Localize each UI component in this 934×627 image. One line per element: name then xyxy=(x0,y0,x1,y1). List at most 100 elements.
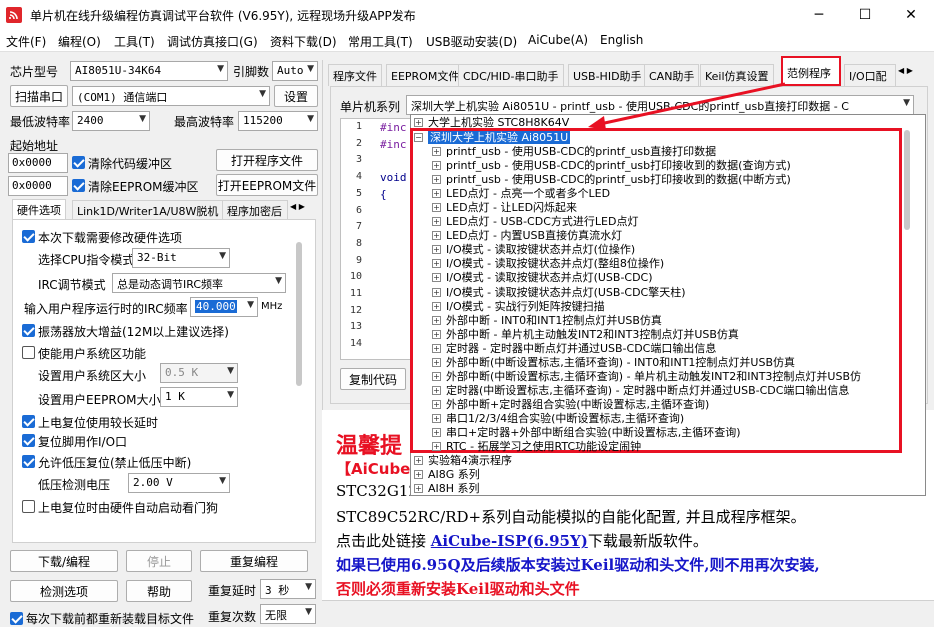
tab-offline-writer[interactable]: Link1D/Writer1A/U8W脱机 xyxy=(72,200,224,220)
menu-file[interactable]: 文件(F) xyxy=(6,33,46,50)
expand-icon[interactable]: + xyxy=(414,456,423,465)
expand-icon[interactable]: + xyxy=(432,147,441,156)
expand-icon[interactable]: + xyxy=(414,118,423,127)
min-baud-select[interactable]: 2400 ▼ xyxy=(72,111,150,131)
menu-aicube[interactable]: AiCube(A) xyxy=(528,33,588,47)
tree-item[interactable]: + 外部中断(中断设置标志,主循环查询) - 单片机主动触发INT2和INT3控制… xyxy=(432,370,861,384)
tabs-scroll-arrows[interactable]: ◀ ▶ xyxy=(898,66,928,82)
open-eeprom-button[interactable]: 打开EEPROM文件 xyxy=(216,174,318,196)
reset-pin-io-checkbox[interactable] xyxy=(22,434,35,447)
expand-icon[interactable]: + xyxy=(414,470,423,479)
tree-item[interactable]: + LED点灯 - USB-CDC方式进行LED点灯 xyxy=(432,215,638,229)
maximize-button[interactable]: ☐ xyxy=(842,0,888,30)
reprogram-button[interactable]: 重复编程 xyxy=(200,550,308,572)
tree-item[interactable]: + 串口1/2/3/4组合实验(中断设置标志,主循环查询) xyxy=(432,412,684,426)
menu-program[interactable]: 编程(O) xyxy=(58,33,101,50)
help-button[interactable]: 帮助 xyxy=(126,580,192,602)
expand-icon[interactable]: + xyxy=(432,231,441,241)
tree-item[interactable]: + printf_usb - 使用USB-CDC的printf_usb打印接收到的… xyxy=(432,173,791,187)
expand-icon[interactable]: + xyxy=(432,287,441,297)
tab-cdc-serial[interactable]: CDC/HID-串口助手 xyxy=(458,64,564,86)
eeprom-address-input[interactable]: 0x0000 xyxy=(8,176,68,196)
system-area-checkbox[interactable] xyxy=(22,346,35,359)
tab-scroll-arrows[interactable]: ◀ ▶ xyxy=(290,202,320,218)
expand-icon[interactable]: + xyxy=(432,245,441,255)
download-link[interactable]: AiCube-ISP(6.95Y) xyxy=(431,532,588,550)
expand-icon[interactable]: + xyxy=(432,442,441,452)
irc-frequency-select[interactable]: 40.000 ▼ xyxy=(190,297,258,317)
minimize-button[interactable]: ─ xyxy=(796,0,842,30)
tree-item[interactable]: + printf_usb - 使用USB-CDC的printf_usb打印接收到的… xyxy=(432,159,791,173)
watchdog-checkbox[interactable] xyxy=(22,500,35,513)
tree-item[interactable]: + 外部中断(中断设置标志,主循环查询) - INT0和INT1控制点灯并USB仿… xyxy=(432,356,795,370)
tab-encryption[interactable]: 程序加密后 xyxy=(222,200,288,220)
tree-item[interactable]: + printf_usb - 使用USB-CDC的printf_usb直接打印数据 xyxy=(432,145,716,159)
menu-english[interactable]: English xyxy=(600,33,643,47)
close-button[interactable]: ✕ xyxy=(888,0,934,30)
expand-icon[interactable]: + xyxy=(432,357,441,367)
tree-node-box4[interactable]: + 实验箱4演示程序 xyxy=(414,454,512,468)
reload-file-checkbox[interactable] xyxy=(10,612,23,625)
menu-usb-driver[interactable]: USB驱动安装(D) xyxy=(426,33,517,50)
pin-select[interactable]: Auto ▼ xyxy=(272,61,318,81)
tree-item[interactable]: + 外部中断+定时器组合实验(中断设置标志,主循环查询) xyxy=(432,398,709,412)
expand-icon[interactable]: + xyxy=(432,371,441,381)
expand-icon[interactable]: + xyxy=(432,315,441,325)
tree-item[interactable]: + I/O模式 - 读取按键状态并点灯(整组8位操作) xyxy=(432,257,664,271)
open-program-button[interactable]: 打开程序文件 xyxy=(216,149,318,171)
tree-item[interactable]: + LED点灯 - 点亮一个或者多个LED xyxy=(432,187,610,201)
expand-icon[interactable]: + xyxy=(432,273,441,283)
port-select[interactable]: (COM1) 通信端口 ▼ xyxy=(72,86,270,106)
low-voltage-reset-checkbox[interactable] xyxy=(22,455,35,468)
menu-download[interactable]: 资料下载(D) xyxy=(270,33,337,50)
tree-item[interactable]: + I/O模式 - 读取按键状态并点灯(位操作) xyxy=(432,243,635,257)
cpu-mode-select[interactable]: 32-Bit ▼ xyxy=(132,248,230,268)
tree-node-ai8g[interactable]: + AI8G 系列 xyxy=(414,468,480,482)
scan-port-button[interactable]: 扫描串口 xyxy=(10,85,68,107)
tree-item[interactable]: + 串口+定时器+外部中断组合实验(中断设置标志,主循环查询) xyxy=(432,426,741,440)
system-area-size-select[interactable]: 0.5 K ▼ xyxy=(160,363,238,383)
tree-item[interactable]: + 定时器 - 定时器中断点灯并通过USB-CDC端口输出信息 xyxy=(432,342,716,356)
copy-code-button[interactable]: 复制代码 xyxy=(340,368,406,390)
stop-button[interactable]: 停止 xyxy=(126,550,192,572)
horizontal-scrollbar[interactable] xyxy=(322,600,934,622)
expand-icon[interactable]: + xyxy=(432,203,441,213)
tab-hardware-options[interactable]: 硬件选项 xyxy=(12,199,66,219)
code-address-input[interactable]: 0x0000 xyxy=(8,153,68,173)
tree-node-ai8h[interactable]: + AI8H 系列 xyxy=(414,482,480,496)
expand-icon[interactable]: + xyxy=(432,161,441,171)
clear-eeprom-checkbox[interactable] xyxy=(72,179,85,192)
max-baud-select[interactable]: 115200 ▼ xyxy=(238,111,318,131)
tree-item[interactable]: + I/O模式 - 读取按键状态并点灯(USB-CDC) xyxy=(432,271,653,285)
power-delay-checkbox[interactable] xyxy=(22,415,35,428)
tree-item[interactable]: + I/O模式 - 实战行列矩阵按键扫描 xyxy=(432,300,605,314)
expand-icon[interactable]: + xyxy=(414,484,423,493)
modify-hardware-checkbox[interactable] xyxy=(22,230,35,243)
tree-item[interactable]: + 外部中断 - 单片机主动触发INT2和INT3控制点灯并USB仿真 xyxy=(432,328,739,342)
expand-icon[interactable]: + xyxy=(432,399,441,409)
expand-icon[interactable]: + xyxy=(432,189,441,199)
tree-item[interactable]: + 定时器(中断设置标志,主循环查询) - 定时器中断点灯并通过USB-CDC端口… xyxy=(432,384,849,398)
expand-icon[interactable]: + xyxy=(432,413,441,423)
tree-item[interactable]: + RTC - 拓展学习之使用RTC功能设定闹钟 xyxy=(432,440,641,454)
collapse-icon[interactable]: − xyxy=(414,133,423,142)
tree-item[interactable]: + LED点灯 - 内置USB直接仿真流水灯 xyxy=(432,229,622,243)
repeat-count-select[interactable]: 无限 ▼ xyxy=(260,604,316,624)
tab-io-config[interactable]: I/O口配 xyxy=(844,64,896,86)
expand-icon[interactable]: + xyxy=(432,259,441,269)
tree-item[interactable]: + LED点灯 - 让LED闪烁起来 xyxy=(432,201,577,215)
tab-program-file[interactable]: 程序文件 xyxy=(328,64,382,86)
expand-icon[interactable]: + xyxy=(432,343,441,353)
download-button[interactable]: 下载/编程 xyxy=(10,550,118,572)
oscillator-gain-checkbox[interactable] xyxy=(22,324,35,337)
expand-icon[interactable]: + xyxy=(432,301,441,311)
settings-button[interactable]: 设置 xyxy=(274,85,318,107)
clear-code-checkbox[interactable] xyxy=(72,156,85,169)
expand-icon[interactable]: + xyxy=(432,329,441,339)
check-options-button[interactable]: 检测选项 xyxy=(10,580,118,602)
tree-scrollbar[interactable] xyxy=(904,130,910,230)
expand-icon[interactable]: + xyxy=(432,175,441,185)
menu-debug[interactable]: 调试仿真接口(G) xyxy=(167,33,258,50)
expand-icon[interactable]: + xyxy=(432,385,441,395)
lvd-voltage-select[interactable]: 2.00 V ▼ xyxy=(128,473,230,493)
